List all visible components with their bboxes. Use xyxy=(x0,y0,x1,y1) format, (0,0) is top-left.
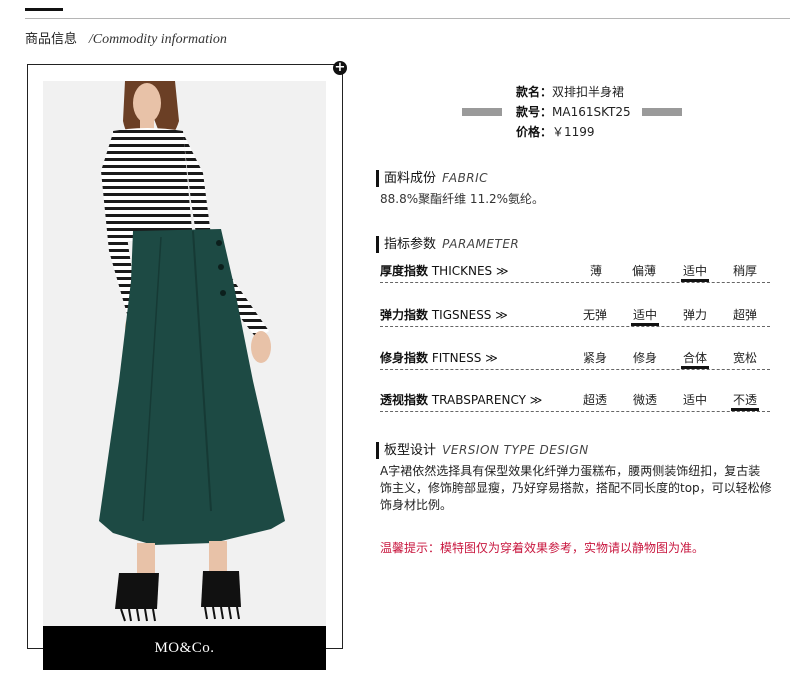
parameter-title: 指标参数 xyxy=(384,237,437,252)
param-label: 弹力指数 TIGSNESS ≫ xyxy=(380,306,508,323)
param-option: 薄 xyxy=(590,264,603,278)
param-option: 稍厚 xyxy=(733,264,758,278)
top-accent-line xyxy=(25,8,63,11)
param-option-selected: 适中 xyxy=(681,262,710,282)
param-label-zh: 透视指数 xyxy=(380,393,429,407)
param-option: 弹力 xyxy=(683,308,708,322)
fabric-title-en: FABRIC xyxy=(442,171,489,185)
param-label: 修身指数 FITNESS ≫ xyxy=(380,349,498,366)
param-label-en: FITNESS xyxy=(431,351,482,365)
param-row-thickness: 厚度指数 THICKNES ≫ 薄 偏薄 适中 稍厚 xyxy=(380,262,770,283)
param-option-selected: 适中 xyxy=(631,306,660,326)
param-option-selected: 不透 xyxy=(731,391,760,411)
model-illustration xyxy=(99,81,285,622)
fabric-text: 88.8%聚酯纤维 11.2%氨纶。 xyxy=(380,192,545,206)
param-option: 宽松 xyxy=(733,351,758,365)
param-label-zh: 弹力指数 xyxy=(380,308,429,322)
param-option: 无弹 xyxy=(583,308,608,322)
parameter-heading: 指标参数 PARAMETER xyxy=(376,236,519,253)
product-info: 款名：双排扣半身裙 款号：MA161SKT25 价格：￥1199 xyxy=(516,82,631,142)
model-photo[interactable] xyxy=(43,81,326,626)
product-price-value: ￥1199 xyxy=(552,125,595,139)
section-title: 商品信息 xyxy=(25,32,78,47)
parameter-title-en: PARAMETER xyxy=(442,237,520,251)
product-price-row: 价格：￥1199 xyxy=(516,122,631,142)
param-option: 适中 xyxy=(683,393,708,407)
param-option: 紧身 xyxy=(583,351,608,365)
double-chevron-right-icon: ≫ xyxy=(529,393,543,407)
param-option: 偏薄 xyxy=(632,264,657,278)
fabric-heading: 面料成份 FABRIC xyxy=(376,170,488,187)
product-name-value: 双排扣半身裙 xyxy=(552,85,625,99)
param-label-en: TIGSNESS xyxy=(431,308,492,322)
product-code-value: MA161SKT25 xyxy=(552,105,631,119)
param-label: 透视指数 TRABSPARENCY ≫ xyxy=(380,391,542,408)
param-row-elasticity: 弹力指数 TIGSNESS ≫ 无弹 适中 弹力 超弹 xyxy=(380,306,770,327)
design-title-en: VERSION TYPE DESIGN xyxy=(442,443,589,457)
param-label-zh: 修身指数 xyxy=(380,351,429,365)
top-divider xyxy=(25,18,790,19)
double-chevron-right-icon: ≫ xyxy=(495,308,508,322)
info-decor-bar-right xyxy=(642,108,682,116)
product-price-label: 价格： xyxy=(516,125,553,139)
plus-icon[interactable]: + xyxy=(333,61,347,75)
param-label-en: TRABSPARENCY xyxy=(431,393,526,407)
fabric-title: 面料成份 xyxy=(384,171,437,186)
product-code-label: 款号： xyxy=(516,105,553,119)
param-row-transparency: 透视指数 TRABSPARENCY ≫ 超透 微透 适中 不透 xyxy=(380,391,770,412)
product-name-row: 款名：双排扣半身裙 xyxy=(516,82,631,102)
param-label-zh: 厚度指数 xyxy=(380,264,429,278)
param-option: 超透 xyxy=(583,393,608,407)
info-decor-bar-left xyxy=(462,108,502,116)
param-label: 厚度指数 THICKNES ≫ xyxy=(380,262,509,279)
brand-logo-bar: MO&Co. xyxy=(43,626,326,670)
warm-tip-note: 温馨提示：模特图仅为穿着效果参考，实物请以静物图为准。 xyxy=(380,541,705,555)
param-option-selected: 合体 xyxy=(681,349,710,369)
param-option: 超弹 xyxy=(733,308,758,322)
design-text: A字裙依然选择具有保型效果化纤弹力蛋糕布，腰两侧装饰纽扣，复古装饰主义，修饰胯部… xyxy=(380,464,772,512)
param-label-en: THICKNES xyxy=(431,264,493,278)
brand-logo: MO&Co. xyxy=(154,640,215,656)
design-heading: 板型设计 VERSION TYPE DESIGN xyxy=(376,442,589,459)
section-header: 商品信息 /Commodity information xyxy=(25,28,227,48)
design-title: 板型设计 xyxy=(384,443,437,458)
double-chevron-right-icon: ≫ xyxy=(496,264,509,278)
section-subtitle: /Commodity information xyxy=(88,32,227,47)
double-chevron-right-icon: ≫ xyxy=(485,351,498,365)
param-option: 微透 xyxy=(633,393,658,407)
product-name-label: 款名： xyxy=(516,85,553,99)
param-row-fitness: 修身指数 FITNESS ≫ 紧身 修身 合体 宽松 xyxy=(380,349,770,370)
param-option: 修身 xyxy=(633,351,658,365)
product-code-row: 款号：MA161SKT25 xyxy=(516,102,631,122)
